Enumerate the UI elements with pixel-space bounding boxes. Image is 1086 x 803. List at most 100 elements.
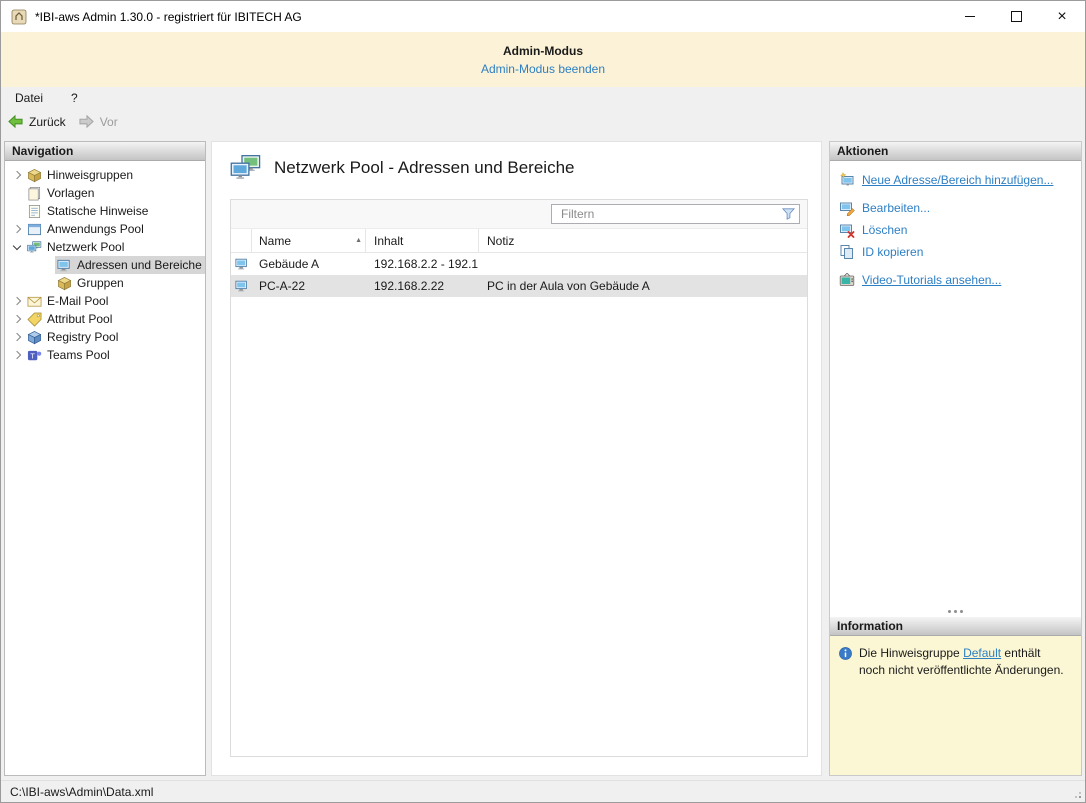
nav-item-label: E-Mail Pool	[47, 294, 108, 308]
content-title: Netzwerk Pool - Adressen und Bereiche	[212, 142, 821, 182]
close-icon: ×	[1057, 9, 1066, 25]
back-arrow-icon	[7, 114, 24, 129]
information-text: Die Hinweisgruppe Default enthält noch n…	[859, 645, 1064, 679]
nav-item-label: Gruppen	[77, 276, 124, 290]
admin-mode-title: Admin-Modus	[503, 44, 583, 58]
menu-item-datei[interactable]: Datei	[15, 91, 43, 105]
edit-icon	[839, 200, 855, 216]
nav-item-anwendungs-pool[interactable]: Anwendungs Pool	[5, 220, 205, 238]
maximize-button[interactable]	[993, 1, 1039, 32]
close-button[interactable]: ×	[1039, 1, 1085, 32]
action-copy-id[interactable]: ID kopieren	[839, 242, 1073, 262]
application-icon	[27, 222, 42, 237]
filter-input[interactable]	[551, 204, 800, 224]
cell-notiz: PC in der Aula von Gebäude A	[479, 275, 807, 297]
nav-item-label: Statische Hinweise	[47, 204, 148, 218]
minimize-icon	[965, 16, 975, 17]
info-icon	[838, 646, 853, 661]
box-icon	[57, 276, 72, 291]
action-label: Bearbeiten...	[862, 201, 930, 215]
nav-item-label: Hinweisgruppen	[47, 168, 133, 182]
minimize-button[interactable]	[947, 1, 993, 32]
sort-ascending-icon: ▲	[355, 237, 362, 244]
address-table: Name ▲ Inhalt Notiz Gebäude A 192.168.2.…	[230, 199, 808, 757]
chevron-down-icon[interactable]	[9, 245, 25, 249]
table-row[interactable]: Gebäude A 192.168.2.2 - 192.1...	[231, 253, 807, 275]
statusbar: C:\IBI-aws\Admin\Data.xml	[1, 780, 1085, 802]
nav-item-label: Netzwerk Pool	[47, 240, 124, 254]
cell-inhalt: 192.168.2.2 - 192.1...	[366, 253, 479, 275]
nav-item-teams-pool[interactable]: T Teams Pool	[5, 346, 205, 364]
envelope-icon	[27, 294, 42, 309]
nav-item-netzwerk-pool[interactable]: Netzwerk Pool	[5, 238, 205, 256]
actions-panel: Aktionen Neue Adresse/Bereich hinzufügen…	[829, 141, 1082, 776]
panel-splitter[interactable]	[830, 605, 1081, 617]
action-label: Löschen	[862, 223, 907, 237]
nav-item-label: Adressen und Bereiche	[77, 258, 202, 272]
app-window: *IBI-aws Admin 1.30.0 - registriert für …	[0, 0, 1086, 803]
action-video-tutorials[interactable]: Video-Tutorials ansehen...	[839, 270, 1073, 290]
chevron-right-icon[interactable]	[9, 226, 25, 232]
forward-arrow-icon	[78, 114, 95, 129]
forward-button[interactable]: Vor	[78, 114, 118, 129]
nav-item-registry-pool[interactable]: Registry Pool	[5, 328, 205, 346]
chevron-right-icon[interactable]	[9, 298, 25, 304]
teams-icon: T	[27, 348, 42, 363]
back-button[interactable]: Zurück	[7, 114, 66, 129]
network-pool-icon	[230, 154, 262, 182]
chevron-right-icon[interactable]	[9, 316, 25, 322]
actions-header: Aktionen	[830, 142, 1081, 161]
cell-notiz	[479, 253, 807, 275]
toolbar: Zurück Vor	[1, 108, 1085, 135]
resize-grip[interactable]	[1079, 796, 1081, 798]
splitter-grip-icon	[954, 610, 957, 613]
actions-list: Neue Adresse/Bereich hinzufügen... Bearb…	[830, 161, 1081, 605]
nav-item-vorlagen[interactable]: Vorlagen	[5, 184, 205, 202]
column-header-icon	[231, 229, 252, 252]
content-panel: Netzwerk Pool - Adressen und Bereiche Na…	[211, 141, 822, 776]
menu-item-help[interactable]: ?	[71, 91, 78, 105]
default-group-link[interactable]: Default	[963, 646, 1001, 660]
computer-icon	[235, 279, 249, 293]
tag-icon	[27, 312, 42, 327]
nav-item-email-pool[interactable]: E-Mail Pool	[5, 292, 205, 310]
column-header-name[interactable]: Name ▲	[252, 229, 366, 252]
computer-icon	[57, 258, 72, 273]
nav-item-gruppen[interactable]: Gruppen	[5, 274, 205, 292]
registry-icon	[27, 330, 42, 345]
information-header: Information	[830, 617, 1081, 636]
action-label: Video-Tutorials ansehen...	[862, 273, 1001, 287]
chevron-right-icon[interactable]	[9, 172, 25, 178]
column-header-inhalt[interactable]: Inhalt	[366, 229, 479, 252]
action-add-address[interactable]: Neue Adresse/Bereich hinzufügen...	[839, 170, 1073, 190]
cell-name: PC-A-22	[252, 275, 366, 297]
cell-name: Gebäude A	[252, 253, 366, 275]
chevron-right-icon[interactable]	[9, 352, 25, 358]
nav-item-hinweisgruppen[interactable]: Hinweisgruppen	[5, 166, 205, 184]
cell-inhalt: 192.168.2.22	[366, 275, 479, 297]
column-header-notiz[interactable]: Notiz	[479, 229, 807, 252]
action-delete[interactable]: Löschen	[839, 220, 1073, 240]
admin-mode-end-link[interactable]: Admin-Modus beenden	[481, 62, 605, 76]
menubar: Datei ?	[1, 87, 1085, 108]
nav-item-label: Attribut Pool	[47, 312, 112, 326]
nav-item-attribut-pool[interactable]: Attribut Pool	[5, 310, 205, 328]
information-panel: Die Hinweisgruppe Default enthält noch n…	[830, 636, 1081, 775]
window-title: *IBI-aws Admin 1.30.0 - registriert für …	[35, 10, 302, 24]
filter-box	[551, 204, 800, 224]
navigation-header: Navigation	[5, 142, 205, 161]
info-text-before: Die Hinweisgruppe	[859, 646, 963, 660]
nav-item-label: Vorlagen	[47, 186, 94, 200]
app-icon	[11, 9, 27, 25]
action-label: ID kopieren	[862, 245, 923, 259]
chevron-right-icon[interactable]	[9, 334, 25, 340]
nav-item-statische-hinweise[interactable]: Statische Hinweise	[5, 202, 205, 220]
action-edit[interactable]: Bearbeiten...	[839, 198, 1073, 218]
delete-icon	[839, 222, 855, 238]
network-icon	[27, 240, 42, 255]
nav-item-label: Registry Pool	[47, 330, 118, 344]
filter-icon[interactable]	[781, 206, 796, 221]
nav-item-adressen-und-bereiche[interactable]: Adressen und Bereiche	[5, 256, 205, 274]
table-row[interactable]: PC-A-22 192.168.2.22 PC in der Aula von …	[231, 275, 807, 297]
maximize-icon	[1011, 11, 1022, 22]
